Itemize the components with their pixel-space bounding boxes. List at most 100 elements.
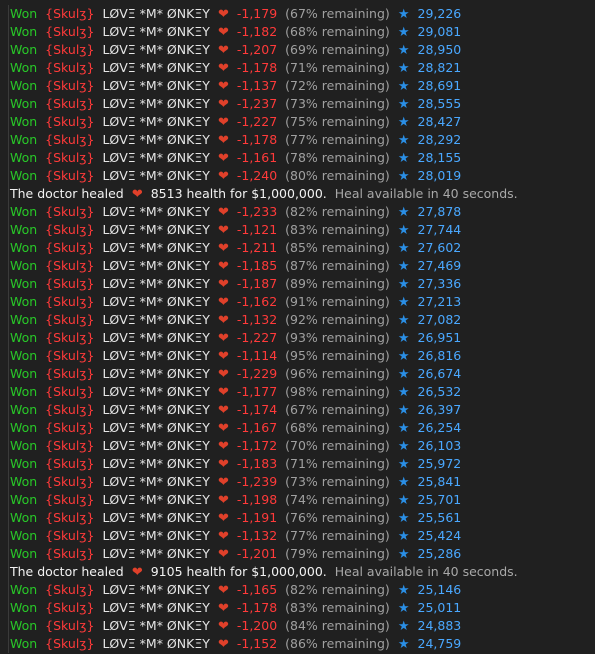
opponent-name[interactable]: LØVΞ *M* ØNKΞY <box>98 96 209 111</box>
won-label: Won <box>10 96 38 111</box>
star-score: 28,950 <box>417 42 462 57</box>
opponent-tag[interactable]: {Skulʒ} <box>41 474 94 489</box>
star-icon: ★ <box>397 259 410 274</box>
opponent-tag[interactable]: {Skulʒ} <box>41 258 94 273</box>
battle-log[interactable]: Won {Skulʒ} LØVΞ *M* ØNKΞY ❤ -1,179 (67%… <box>8 5 595 653</box>
opponent-name[interactable]: LØVΞ *M* ØNKΞY <box>98 6 209 21</box>
opponent-tag[interactable]: {Skulʒ} <box>41 420 94 435</box>
opponent-name[interactable]: LØVΞ *M* ØNKΞY <box>98 528 209 543</box>
health-remaining: (92% remaining) <box>285 312 390 327</box>
opponent-tag[interactable]: {Skulʒ} <box>41 618 94 633</box>
opponent-tag[interactable]: {Skulʒ} <box>41 582 94 597</box>
heart-icon: ❤ <box>217 43 229 58</box>
opponent-tag[interactable]: {Skulʒ} <box>41 456 94 471</box>
opponent-tag[interactable]: {Skulʒ} <box>41 114 94 129</box>
opponent-name[interactable]: LØVΞ *M* ØNKΞY <box>98 294 209 309</box>
opponent-name[interactable]: LØVΞ *M* ØNKΞY <box>98 168 209 183</box>
health-damage: -1,191 <box>236 510 278 525</box>
health-remaining: (83% remaining) <box>285 600 390 615</box>
opponent-tag[interactable]: {Skulʒ} <box>41 204 94 219</box>
opponent-name[interactable]: LØVΞ *M* ØNKΞY <box>98 348 209 363</box>
health-damage: -1,211 <box>236 240 278 255</box>
won-label: Won <box>10 600 38 615</box>
opponent-tag[interactable]: {Skulʒ} <box>41 438 94 453</box>
opponent-name[interactable]: LØVΞ *M* ØNKΞY <box>98 42 209 57</box>
won-label: Won <box>10 132 38 147</box>
opponent-tag[interactable]: {Skulʒ} <box>41 276 94 291</box>
opponent-tag[interactable]: {Skulʒ} <box>41 96 94 111</box>
opponent-name[interactable]: LØVΞ *M* ØNKΞY <box>98 60 209 75</box>
opponent-tag[interactable]: {Skulʒ} <box>41 150 94 165</box>
opponent-name[interactable]: LØVΞ *M* ØNKΞY <box>98 456 209 471</box>
won-label: Won <box>10 78 38 93</box>
opponent-name[interactable]: LØVΞ *M* ØNKΞY <box>98 510 209 525</box>
opponent-tag[interactable]: {Skulʒ} <box>41 132 94 147</box>
opponent-tag[interactable]: {Skulʒ} <box>41 240 94 255</box>
opponent-name[interactable]: LØVΞ *M* ØNKΞY <box>98 492 209 507</box>
opponent-tag[interactable]: {Skulʒ} <box>41 294 94 309</box>
opponent-name[interactable]: LØVΞ *M* ØNKΞY <box>98 258 209 273</box>
battle-log-line: Won {Skulʒ} LØVΞ *M* ØNKΞY ❤ -1,182 (68%… <box>10 23 595 41</box>
opponent-name[interactable]: LØVΞ *M* ØNKΞY <box>98 330 209 345</box>
star-score: 28,292 <box>417 132 462 147</box>
opponent-tag[interactable]: {Skulʒ} <box>41 42 94 57</box>
opponent-tag[interactable]: {Skulʒ} <box>41 60 94 75</box>
opponent-tag[interactable]: {Skulʒ} <box>41 222 94 237</box>
star-icon: ★ <box>397 43 410 58</box>
opponent-tag[interactable]: {Skulʒ} <box>41 24 94 39</box>
won-label: Won <box>10 114 38 129</box>
opponent-name[interactable]: LØVΞ *M* ØNKΞY <box>98 276 209 291</box>
opponent-tag[interactable]: {Skulʒ} <box>41 330 94 345</box>
opponent-tag[interactable]: {Skulʒ} <box>41 78 94 93</box>
opponent-name[interactable]: LØVΞ *M* ØNKΞY <box>98 600 209 615</box>
opponent-tag[interactable]: {Skulʒ} <box>41 510 94 525</box>
opponent-tag[interactable]: {Skulʒ} <box>41 6 94 21</box>
opponent-tag[interactable]: {Skulʒ} <box>41 492 94 507</box>
opponent-tag[interactable]: {Skulʒ} <box>41 312 94 327</box>
battle-log-line: Won {Skulʒ} LØVΞ *M* ØNKΞY ❤ -1,227 (75%… <box>10 113 595 131</box>
opponent-tag[interactable]: {Skulʒ} <box>41 402 94 417</box>
opponent-name[interactable]: LØVΞ *M* ØNKΞY <box>98 618 209 633</box>
won-label: Won <box>10 636 38 651</box>
heart-icon: ❤ <box>131 565 143 580</box>
battle-log-line: Won {Skulʒ} LØVΞ *M* ØNKΞY ❤ -1,162 (91%… <box>10 293 595 311</box>
opponent-name[interactable]: LØVΞ *M* ØNKΞY <box>98 546 209 561</box>
battle-log-line: Won {Skulʒ} LØVΞ *M* ØNKΞY ❤ -1,239 (73%… <box>10 473 595 491</box>
opponent-name[interactable]: LØVΞ *M* ØNKΞY <box>98 366 209 381</box>
opponent-name[interactable]: LØVΞ *M* ØNKΞY <box>98 582 209 597</box>
opponent-name[interactable]: LØVΞ *M* ØNKΞY <box>98 474 209 489</box>
opponent-name[interactable]: LØVΞ *M* ØNKΞY <box>98 402 209 417</box>
opponent-tag[interactable]: {Skulʒ} <box>41 528 94 543</box>
opponent-name[interactable]: LØVΞ *M* ØNKΞY <box>98 240 209 255</box>
won-label: Won <box>10 618 38 633</box>
health-remaining: (73% remaining) <box>285 474 390 489</box>
star-icon: ★ <box>397 277 410 292</box>
opponent-name[interactable]: LØVΞ *M* ØNKΞY <box>98 312 209 327</box>
heart-icon: ❤ <box>217 223 229 238</box>
opponent-name[interactable]: LØVΞ *M* ØNKΞY <box>98 438 209 453</box>
opponent-name[interactable]: LØVΞ *M* ØNKΞY <box>98 114 209 129</box>
opponent-tag[interactable]: {Skulʒ} <box>41 600 94 615</box>
health-remaining: (78% remaining) <box>285 150 390 165</box>
opponent-name[interactable]: LØVΞ *M* ØNKΞY <box>98 384 209 399</box>
opponent-tag[interactable]: {Skulʒ} <box>41 348 94 363</box>
opponent-name[interactable]: LØVΞ *M* ØNKΞY <box>98 222 209 237</box>
opponent-name[interactable]: LØVΞ *M* ØNKΞY <box>98 636 209 651</box>
opponent-name[interactable]: LØVΞ *M* ØNKΞY <box>98 204 209 219</box>
opponent-tag[interactable]: {Skulʒ} <box>41 546 94 561</box>
opponent-tag[interactable]: {Skulʒ} <box>41 366 94 381</box>
opponent-name[interactable]: LØVΞ *M* ØNKΞY <box>98 78 209 93</box>
health-remaining: (77% remaining) <box>285 528 390 543</box>
opponent-tag[interactable]: {Skulʒ} <box>41 636 94 651</box>
opponent-tag[interactable]: {Skulʒ} <box>41 384 94 399</box>
heart-icon: ❤ <box>217 169 229 184</box>
opponent-name[interactable]: LØVΞ *M* ØNKΞY <box>98 150 209 165</box>
doctor-heal-prefix: The doctor healed <box>10 186 124 201</box>
battle-log-line: Won {Skulʒ} LØVΞ *M* ØNKΞY ❤ -1,178 (77%… <box>10 131 595 149</box>
opponent-name[interactable]: LØVΞ *M* ØNKΞY <box>98 132 209 147</box>
opponent-name[interactable]: LØVΞ *M* ØNKΞY <box>98 420 209 435</box>
won-label: Won <box>10 6 38 21</box>
opponent-name[interactable]: LØVΞ *M* ØNKΞY <box>98 24 209 39</box>
opponent-tag[interactable]: {Skulʒ} <box>41 168 94 183</box>
health-damage: -1,121 <box>236 222 278 237</box>
